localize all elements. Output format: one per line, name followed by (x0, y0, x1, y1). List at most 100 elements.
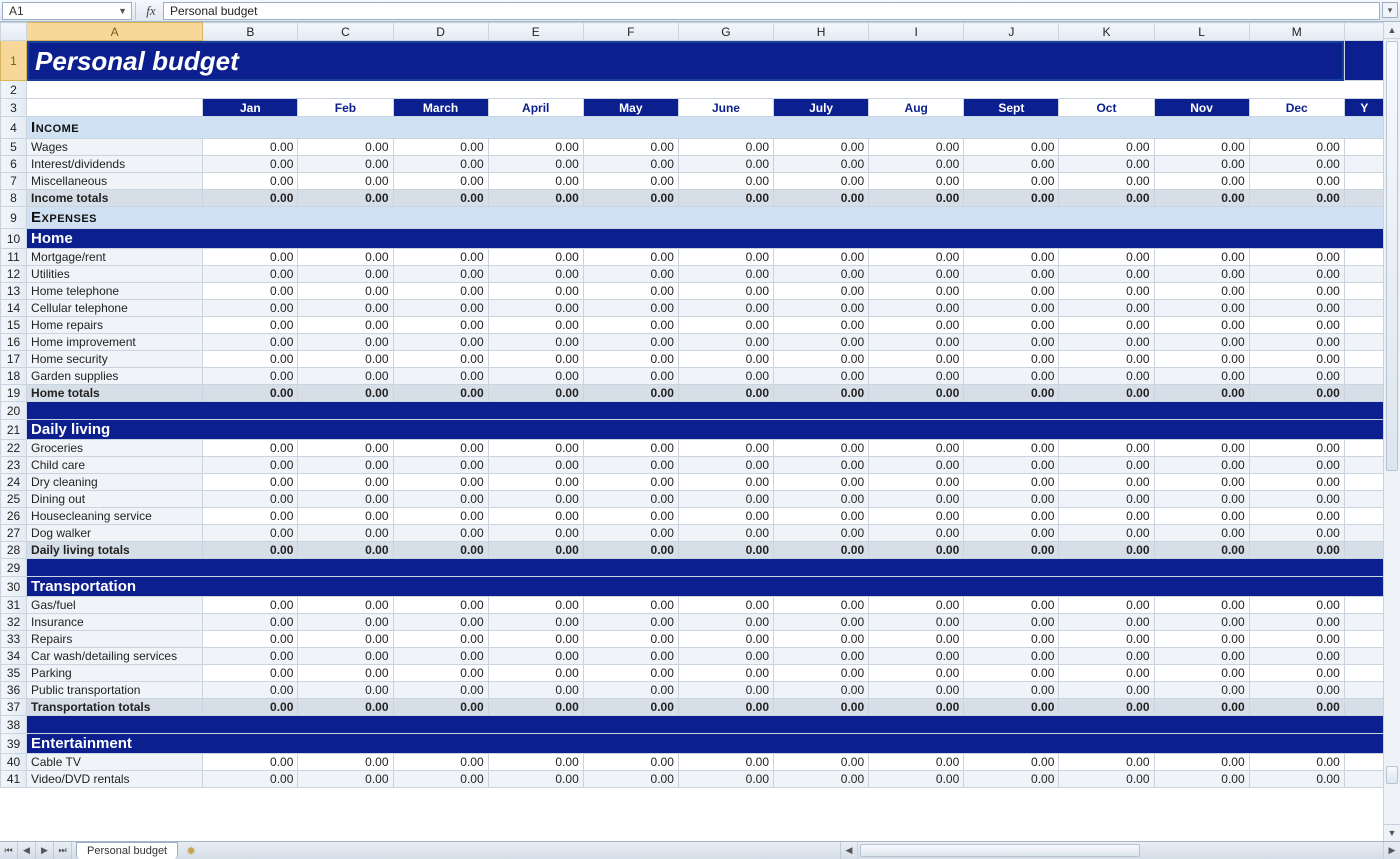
row-header[interactable]: 35 (1, 665, 27, 682)
totals-value[interactable]: 0.00 (488, 542, 583, 559)
value-cell[interactable]: 0.00 (678, 334, 773, 351)
totals-value[interactable]: 0.00 (1249, 542, 1344, 559)
cell[interactable] (1344, 300, 1383, 317)
column-header[interactable]: G (678, 23, 773, 41)
row-label[interactable]: Home improvement (27, 334, 203, 351)
value-cell[interactable]: 0.00 (203, 300, 298, 317)
row-header[interactable]: 8 (1, 190, 27, 207)
totals-value[interactable]: 0.00 (964, 542, 1059, 559)
row-label[interactable]: Parking (27, 665, 203, 682)
value-cell[interactable]: 0.00 (1154, 300, 1249, 317)
value-cell[interactable]: 0.00 (1059, 754, 1154, 771)
totals-value[interactable]: 0.00 (1154, 542, 1249, 559)
value-cell[interactable]: 0.00 (488, 249, 583, 266)
value-cell[interactable]: 0.00 (298, 156, 393, 173)
cell[interactable] (1344, 41, 1383, 81)
cell[interactable] (1344, 139, 1383, 156)
row-header[interactable]: 39 (1, 734, 27, 754)
hscroll-thumb[interactable] (860, 844, 1140, 857)
row-header[interactable]: 15 (1, 317, 27, 334)
totals-value[interactable]: 0.00 (393, 699, 488, 716)
value-cell[interactable]: 0.00 (964, 317, 1059, 334)
value-cell[interactable]: 0.00 (298, 440, 393, 457)
row-header[interactable]: 34 (1, 648, 27, 665)
totals-value[interactable]: 0.00 (203, 542, 298, 559)
cell[interactable] (1344, 351, 1383, 368)
value-cell[interactable]: 0.00 (774, 249, 869, 266)
totals-value[interactable]: 0.00 (393, 542, 488, 559)
value-cell[interactable]: 0.00 (393, 334, 488, 351)
value-cell[interactable]: 0.00 (1059, 491, 1154, 508)
column-header[interactable]: F (583, 23, 678, 41)
value-cell[interactable]: 0.00 (583, 597, 678, 614)
value-cell[interactable]: 0.00 (203, 156, 298, 173)
row-label[interactable]: Home security (27, 351, 203, 368)
totals-label[interactable]: Daily living totals (27, 542, 203, 559)
value-cell[interactable]: 0.00 (298, 457, 393, 474)
value-cell[interactable]: 0.00 (393, 474, 488, 491)
value-cell[interactable]: 0.00 (488, 648, 583, 665)
value-cell[interactable]: 0.00 (583, 754, 678, 771)
value-cell[interactable]: 0.00 (964, 440, 1059, 457)
spacer-row[interactable] (27, 716, 1383, 734)
tab-last-icon[interactable]: ⏭ (54, 842, 72, 859)
month-header[interactable]: Sept (964, 99, 1059, 117)
value-cell[interactable]: 0.00 (964, 139, 1059, 156)
totals-value[interactable]: 0.00 (203, 385, 298, 402)
value-cell[interactable]: 0.00 (1154, 631, 1249, 648)
value-cell[interactable]: 0.00 (964, 249, 1059, 266)
spacer-row[interactable] (27, 559, 1383, 577)
value-cell[interactable]: 0.00 (298, 266, 393, 283)
value-cell[interactable]: 0.00 (774, 457, 869, 474)
cell[interactable] (1344, 474, 1383, 491)
value-cell[interactable]: 0.00 (869, 283, 964, 300)
value-cell[interactable]: 0.00 (774, 334, 869, 351)
value-cell[interactable]: 0.00 (964, 648, 1059, 665)
column-header[interactable] (1344, 23, 1383, 41)
value-cell[interactable]: 0.00 (774, 156, 869, 173)
value-cell[interactable]: 0.00 (774, 665, 869, 682)
value-cell[interactable]: 0.00 (1154, 597, 1249, 614)
value-cell[interactable]: 0.00 (488, 525, 583, 542)
value-cell[interactable]: 0.00 (869, 631, 964, 648)
row-label[interactable]: Garden supplies (27, 368, 203, 385)
value-cell[interactable]: 0.00 (1249, 300, 1344, 317)
value-cell[interactable]: 0.00 (583, 368, 678, 385)
cell[interactable] (1344, 491, 1383, 508)
value-cell[interactable]: 0.00 (203, 317, 298, 334)
value-cell[interactable]: 0.00 (1154, 283, 1249, 300)
value-cell[interactable]: 0.00 (678, 525, 773, 542)
value-cell[interactable]: 0.00 (583, 648, 678, 665)
spacer-row[interactable] (27, 402, 1383, 420)
month-header[interactable]: March (393, 99, 488, 117)
totals-value[interactable]: 0.00 (1059, 190, 1154, 207)
row-header[interactable]: 41 (1, 771, 27, 788)
value-cell[interactable]: 0.00 (583, 440, 678, 457)
value-cell[interactable]: 0.00 (1154, 508, 1249, 525)
value-cell[interactable]: 0.00 (1154, 614, 1249, 631)
row-header[interactable]: 18 (1, 368, 27, 385)
value-cell[interactable]: 0.00 (964, 334, 1059, 351)
totals-value[interactable]: 0.00 (583, 542, 678, 559)
value-cell[interactable]: 0.00 (393, 665, 488, 682)
value-cell[interactable]: 0.00 (1154, 491, 1249, 508)
hscroll-track[interactable] (858, 842, 1383, 859)
cell[interactable] (27, 99, 203, 117)
group-header[interactable]: Home (27, 229, 1383, 249)
row-header[interactable]: 17 (1, 351, 27, 368)
totals-value[interactable]: 0.00 (1154, 385, 1249, 402)
value-cell[interactable]: 0.00 (583, 156, 678, 173)
column-header[interactable]: I (869, 23, 964, 41)
value-cell[interactable]: 0.00 (298, 300, 393, 317)
value-cell[interactable]: 0.00 (964, 474, 1059, 491)
value-cell[interactable]: 0.00 (1059, 614, 1154, 631)
value-cell[interactable]: 0.00 (1154, 173, 1249, 190)
cell[interactable] (1344, 682, 1383, 699)
value-cell[interactable]: 0.00 (298, 173, 393, 190)
value-cell[interactable]: 0.00 (298, 771, 393, 788)
value-cell[interactable]: 0.00 (583, 351, 678, 368)
value-cell[interactable]: 0.00 (678, 648, 773, 665)
scroll-left-icon[interactable]: ◀ (841, 842, 858, 859)
totals-value[interactable]: 0.00 (869, 190, 964, 207)
totals-value[interactable]: 0.00 (583, 190, 678, 207)
